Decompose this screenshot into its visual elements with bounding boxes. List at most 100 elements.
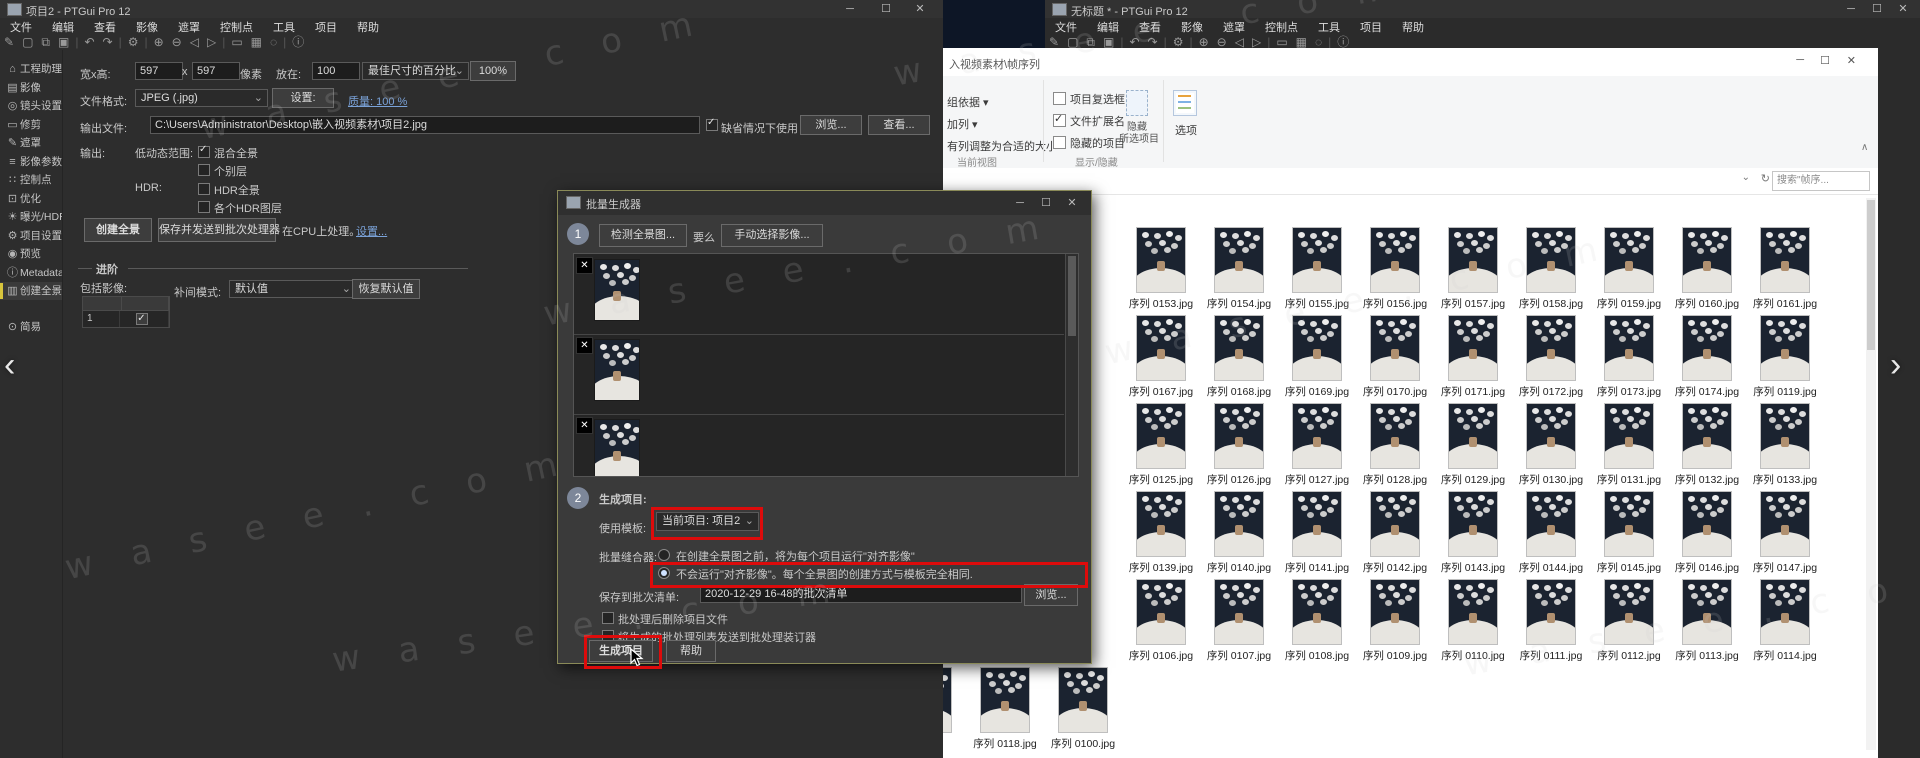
file-item[interactable]: 序列 0154.jpg [1202, 228, 1276, 311]
ribbon-checkbox-隐藏的项目[interactable] [1053, 136, 1066, 149]
file-item[interactable]: 序列 0106.jpg [1124, 580, 1198, 663]
save-icon[interactable]: ▣ [54, 35, 73, 49]
row-include-checkbox[interactable] [136, 311, 149, 327]
undo-icon[interactable]: ↶ [80, 35, 98, 49]
table-row[interactable]: 1 [83, 311, 169, 327]
file-item[interactable]: 序列 0170.jpg [1358, 316, 1432, 399]
file-item[interactable]: 序列 0140.jpg [1202, 492, 1276, 575]
lamp-icon[interactable]: ◌ [266, 35, 281, 49]
edit-project-icon[interactable]: ✎ [0, 35, 18, 49]
file-item[interactable]: 序列 0128.jpg [1358, 404, 1432, 487]
app1-close-button[interactable]: ✕ [907, 1, 933, 17]
file-item[interactable]: 序列 0153.jpg [1124, 228, 1198, 311]
sidebar-item-Metadata[interactable]: ⓘ Metadata [0, 264, 62, 282]
file-item[interactable]: 序列 0156.jpg [1358, 228, 1432, 311]
outfile-input[interactable]: C:\Users\Administrator\Desktop\嵌入视频素材\项目… [150, 116, 700, 134]
file-item[interactable]: 序列 0144.jpg [1514, 492, 1588, 575]
height-input[interactable]: 597 [192, 62, 240, 80]
align-radio[interactable] [658, 549, 670, 561]
file-item[interactable]: 序列 0168.jpg [1202, 316, 1276, 399]
sidebar-item-修剪[interactable]: ▭ 修剪 [0, 116, 62, 134]
panorama-list-item[interactable]: ✕ [574, 414, 1064, 476]
zoom-out-icon[interactable]: ⊖ [168, 35, 186, 49]
app1-minimize-button[interactable]: ─ [837, 1, 863, 17]
app2-close-button[interactable]: ✕ [1890, 1, 1916, 17]
file-item[interactable]: 序列 0119.jpg [1748, 316, 1822, 399]
file-item[interactable]: 序列 0158.jpg [1514, 228, 1588, 311]
send-to-batch-button[interactable]: 保存并发送到批次处理器 [158, 218, 280, 242]
gallery-next-arrow[interactable]: › [1890, 346, 1901, 385]
file-item[interactable]: 序列 0108.jpg [1280, 580, 1354, 663]
restore-defaults-button[interactable]: 恢复默认值 [352, 279, 420, 299]
app1-maximize-button[interactable]: ☐ [873, 1, 899, 17]
gpu-settings-link[interactable]: 设置... [356, 223, 387, 239]
file-item[interactable]: 序列 0167.jpg [1124, 316, 1198, 399]
panel-icon[interactable]: ▭ [227, 35, 246, 49]
next-image-icon[interactable]: ▷ [203, 35, 220, 49]
width-input[interactable]: 597 [135, 62, 183, 80]
best-size-button[interactable]: 100% [470, 61, 516, 81]
file-item[interactable]: 序列 0114.jpg [1748, 580, 1822, 663]
remove-item-button[interactable]: ✕ [576, 417, 593, 434]
sidebar-item-影像参数[interactable]: ≡ 影像参数 [0, 153, 62, 171]
panorama-list-item[interactable]: ✕ [574, 334, 1064, 415]
file-item[interactable]: 序列 0107.jpg [1202, 580, 1276, 663]
file-item[interactable]: 序列 0169.jpg [1280, 316, 1354, 399]
explorer-scrollbar[interactable] [1866, 198, 1876, 750]
sidebar-item-简易[interactable]: ⊙ 简易 [0, 318, 62, 336]
lamp-icon[interactable]: ◌ [1311, 35, 1326, 49]
ribbon-group-by[interactable]: 组依据 ▾ [947, 94, 989, 110]
explorer-close-button[interactable]: ✕ [1847, 54, 1856, 67]
format-select[interactable]: JPEG (.jpg) [135, 89, 268, 107]
prev-image-icon[interactable]: ◁ [1231, 35, 1248, 49]
file-item[interactable]: 序列 0157.jpg [1436, 228, 1510, 311]
sidebar-item-项目设置[interactable]: ⚙ 项目设置 [0, 227, 62, 245]
grid-icon[interactable]: ▦ [1292, 35, 1311, 49]
app2-maximize-button[interactable]: ☐ [1864, 1, 1890, 17]
file-item[interactable]: 序列 0111.jpg [1514, 580, 1588, 663]
options-label[interactable]: 选项 [1175, 122, 1197, 138]
file-item[interactable]: 序列 0100.jpg [1046, 668, 1120, 751]
file-item[interactable]: 序列 0146.jpg [1670, 492, 1744, 575]
delete-after-checkbox[interactable] [602, 612, 614, 624]
app2-titlebar[interactable]: 无标题 * - PTGui Pro 12 ─ ☐ ✕ [1045, 0, 1920, 18]
dialog-minimize-button[interactable]: ─ [1007, 195, 1033, 211]
file-item[interactable]: 序列 0147.jpg [1748, 492, 1822, 575]
file-item[interactable]: 序列 0133.jpg [1748, 404, 1822, 487]
sidebar-item-控制点[interactable]: ∷ 控制点 [0, 171, 62, 189]
sidebar-item-曝光/HDR[interactable]: ☀曝光/HDR [0, 208, 62, 226]
zoom-in-icon[interactable]: ⊕ [1195, 35, 1213, 49]
undo-icon[interactable]: ↶ [1125, 35, 1143, 49]
hide-selected-label-2[interactable]: 所选项目 [1119, 130, 1159, 145]
manual-select-button[interactable]: 手动选择影像... [721, 224, 823, 247]
address-dropdown-icon[interactable]: ⌄ [1742, 172, 1750, 183]
sidebar-item-遮罩[interactable]: ✎ 遮罩 [0, 134, 62, 152]
format-settings-button[interactable]: 设置: [272, 88, 334, 108]
dialog-close-button[interactable]: ✕ [1059, 195, 1085, 211]
file-item[interactable]: 序列 0139.jpg [1124, 492, 1198, 575]
file-item[interactable]: 序列 0174.jpg [1670, 316, 1744, 399]
file-item[interactable]: 序列 0161.jpg [1748, 228, 1822, 311]
layers-checkbox[interactable] [198, 164, 210, 176]
sidebar-item-创建全景[interactable]: ▥ 创建全景 [0, 282, 62, 300]
file-item[interactable]: 序列 0109.jpg [1358, 580, 1432, 663]
settings-icon[interactable]: ⚙ [1169, 35, 1188, 49]
remove-item-button[interactable]: ✕ [576, 257, 593, 274]
file-item[interactable]: 序列 0159.jpg [1592, 228, 1666, 311]
new-project-icon[interactable]: ▢ [18, 35, 37, 49]
row-include-cell[interactable] [120, 311, 169, 327]
zoom-out-icon[interactable]: ⊖ [1213, 35, 1231, 49]
app2-minimize-button[interactable]: ─ [1838, 1, 1864, 17]
dialog-titlebar[interactable]: 批量生成器 ─ ☐ ✕ [558, 191, 1091, 215]
file-item[interactable]: 序列 0142.jpg [1358, 492, 1432, 575]
new-project-icon[interactable]: ▢ [1063, 35, 1082, 49]
file-item[interactable]: 序列 0132.jpg [1670, 404, 1744, 487]
prev-image-icon[interactable]: ◁ [186, 35, 203, 49]
hdr-pano-checkbox[interactable] [198, 183, 210, 195]
file-item[interactable]: 序列 0171.jpg [1436, 316, 1510, 399]
ribbon-collapse-icon[interactable]: ∧ [1861, 142, 1868, 153]
list-scrollbar[interactable] [1065, 254, 1078, 476]
options-icon[interactable] [1173, 90, 1197, 116]
panorama-list-item[interactable]: ✕ [574, 254, 1064, 335]
duplicate-icon[interactable]: ⧉ [37, 35, 54, 50]
